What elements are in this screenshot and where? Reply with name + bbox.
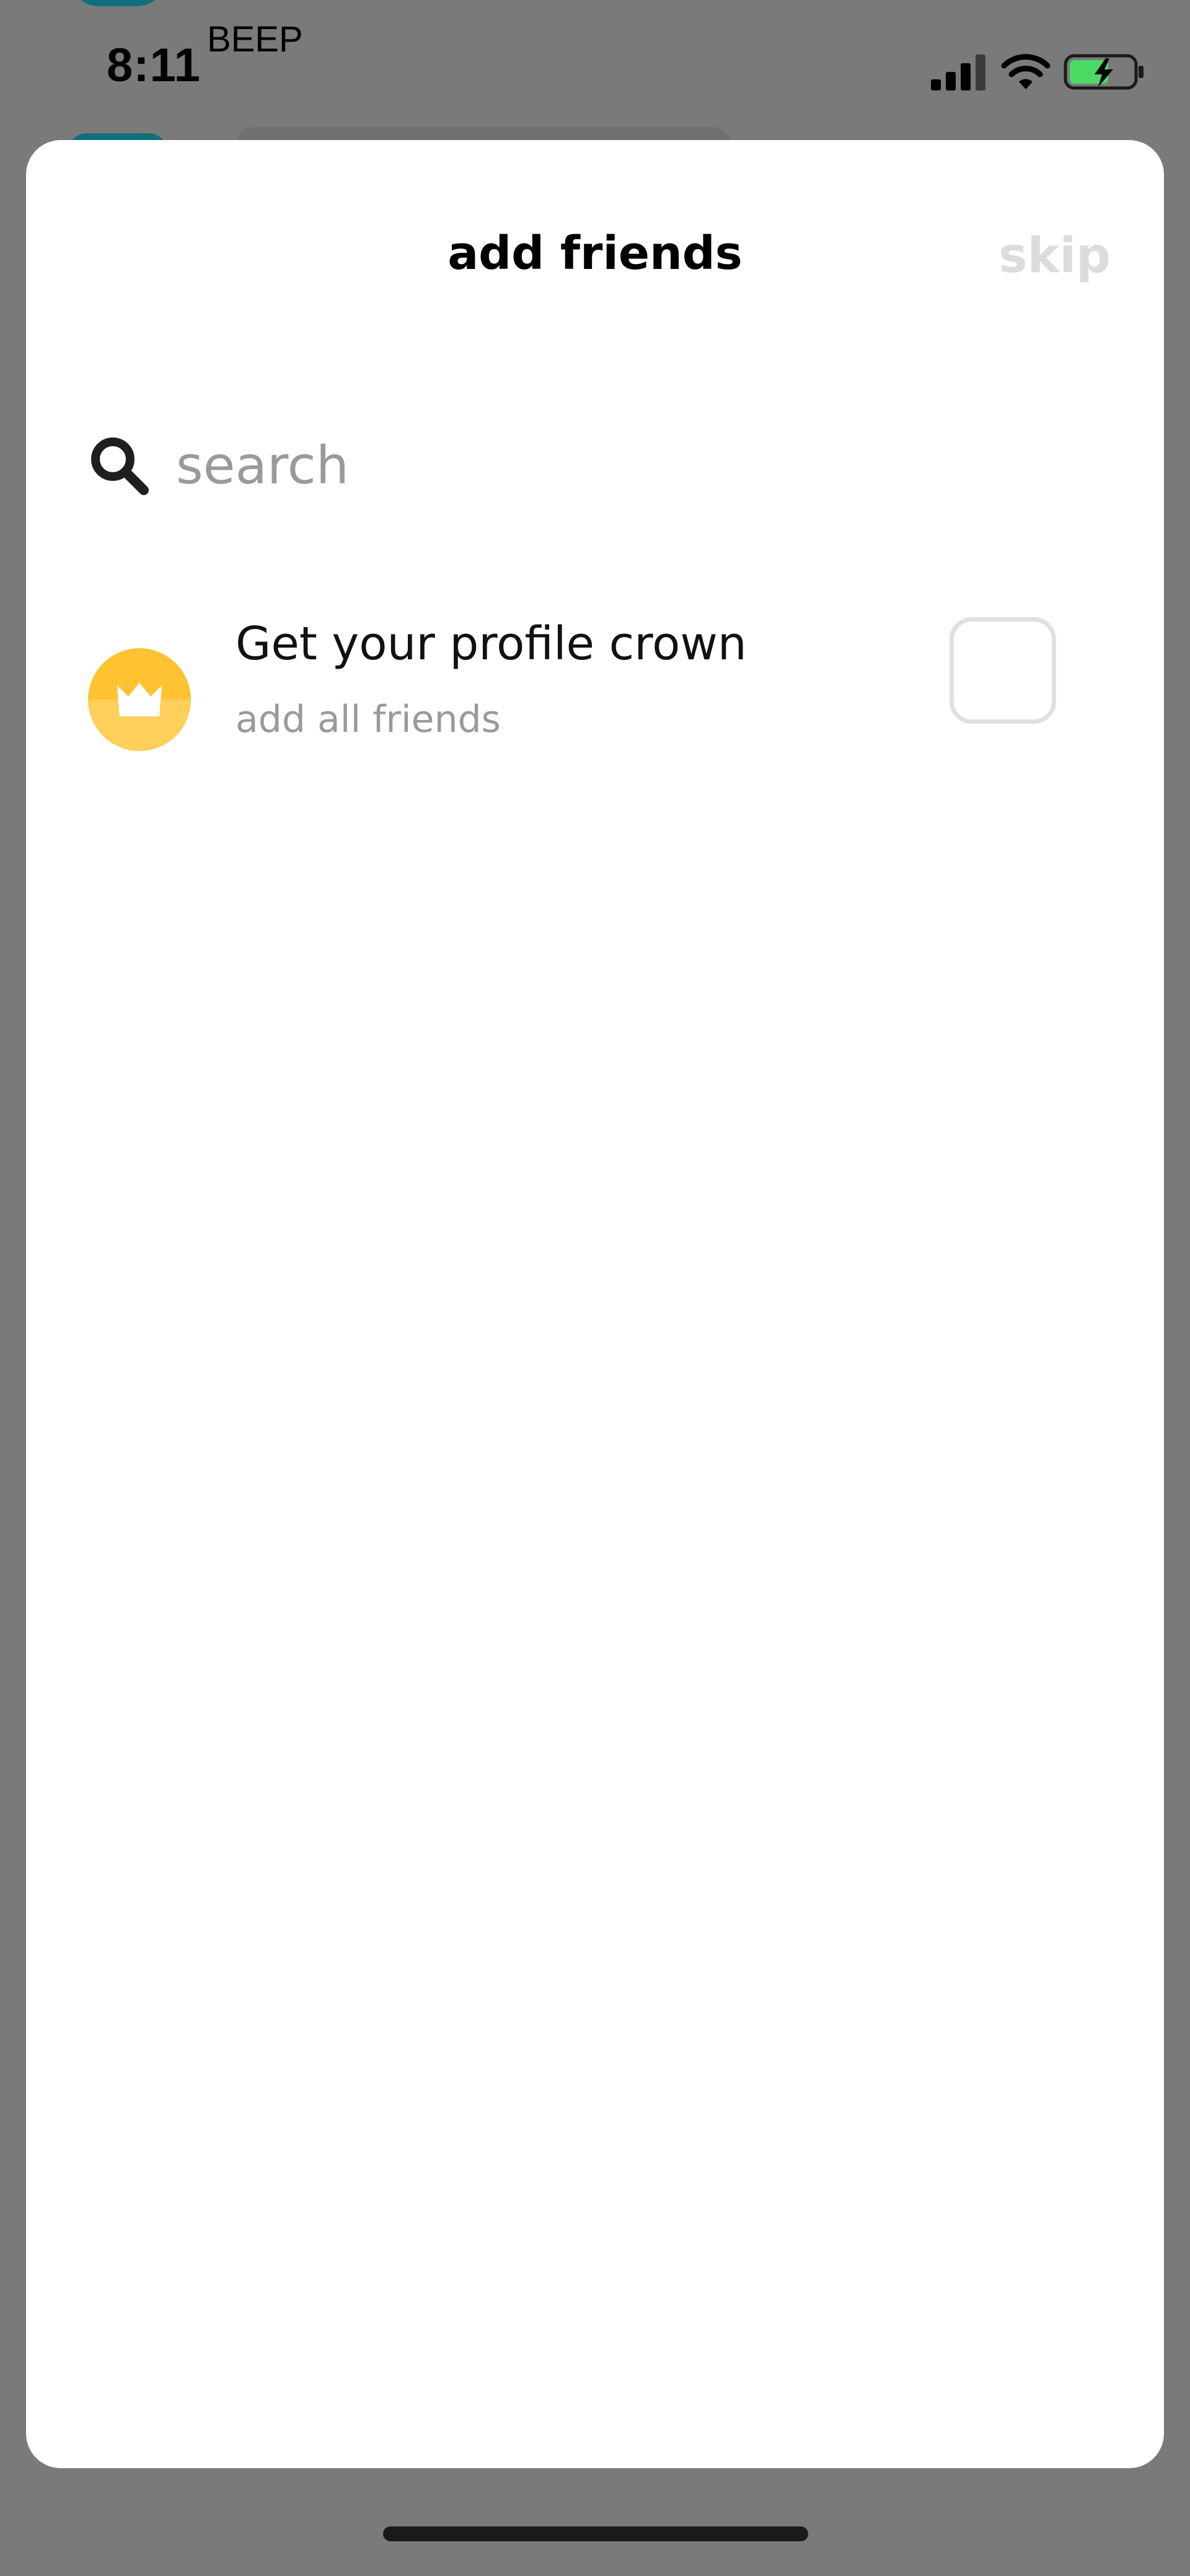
crown-item-subtitle: add all friends — [236, 698, 501, 741]
battery-charging-icon — [1064, 54, 1144, 90]
wifi-icon — [1001, 54, 1051, 89]
search-bar[interactable] — [88, 431, 1104, 499]
status-bar: 8:11 BEEP — [0, 0, 1190, 124]
search-input[interactable] — [175, 434, 1045, 496]
search-icon — [91, 437, 149, 495]
skip-button[interactable]: skip — [998, 228, 1111, 284]
add-all-friends-checkbox[interactable] — [950, 617, 1056, 724]
sheet-title: add friends — [447, 227, 743, 280]
crown-item-title: Get your profile crown — [236, 617, 747, 670]
status-time: 8:11 — [107, 39, 201, 92]
crown-icon — [117, 683, 162, 716]
add-friends-sheet: add friends skip Get your profile crown … — [26, 140, 1164, 2468]
crown-avatar — [88, 648, 191, 751]
carrier-label: BEEP — [207, 19, 303, 59]
cellular-signal-icon — [931, 55, 985, 90]
home-indicator[interactable] — [383, 2526, 808, 2541]
